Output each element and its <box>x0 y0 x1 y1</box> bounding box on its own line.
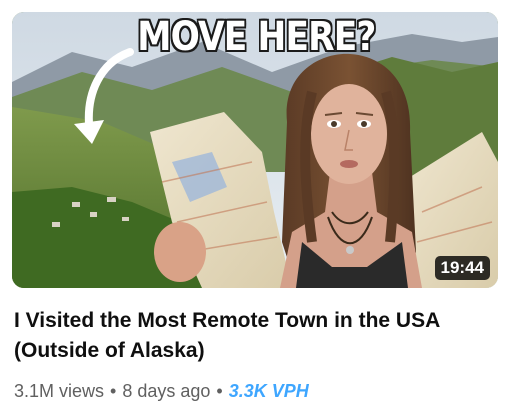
video-title[interactable]: I Visited the Most Remote Town in the US… <box>14 306 494 366</box>
view-count: 3.1M views <box>14 381 105 401</box>
duration-badge: 19:44 <box>434 256 490 280</box>
vph-badge: 3.3K VPH <box>228 381 309 401</box>
separator-dot: • <box>110 381 117 401</box>
thumbnail-headline: MOVE HERE? <box>137 14 376 60</box>
video-thumbnail[interactable]: MOVE HERE? 19:44 <box>12 12 498 288</box>
separator-dot: • <box>216 381 223 401</box>
video-metadata: 3.1M views • 8 days ago • 3.3K VPH <box>14 379 309 403</box>
video-card[interactable]: MOVE HERE? 19:44 I Visited the Most Remo… <box>0 0 508 420</box>
upload-age: 8 days ago <box>122 381 211 401</box>
